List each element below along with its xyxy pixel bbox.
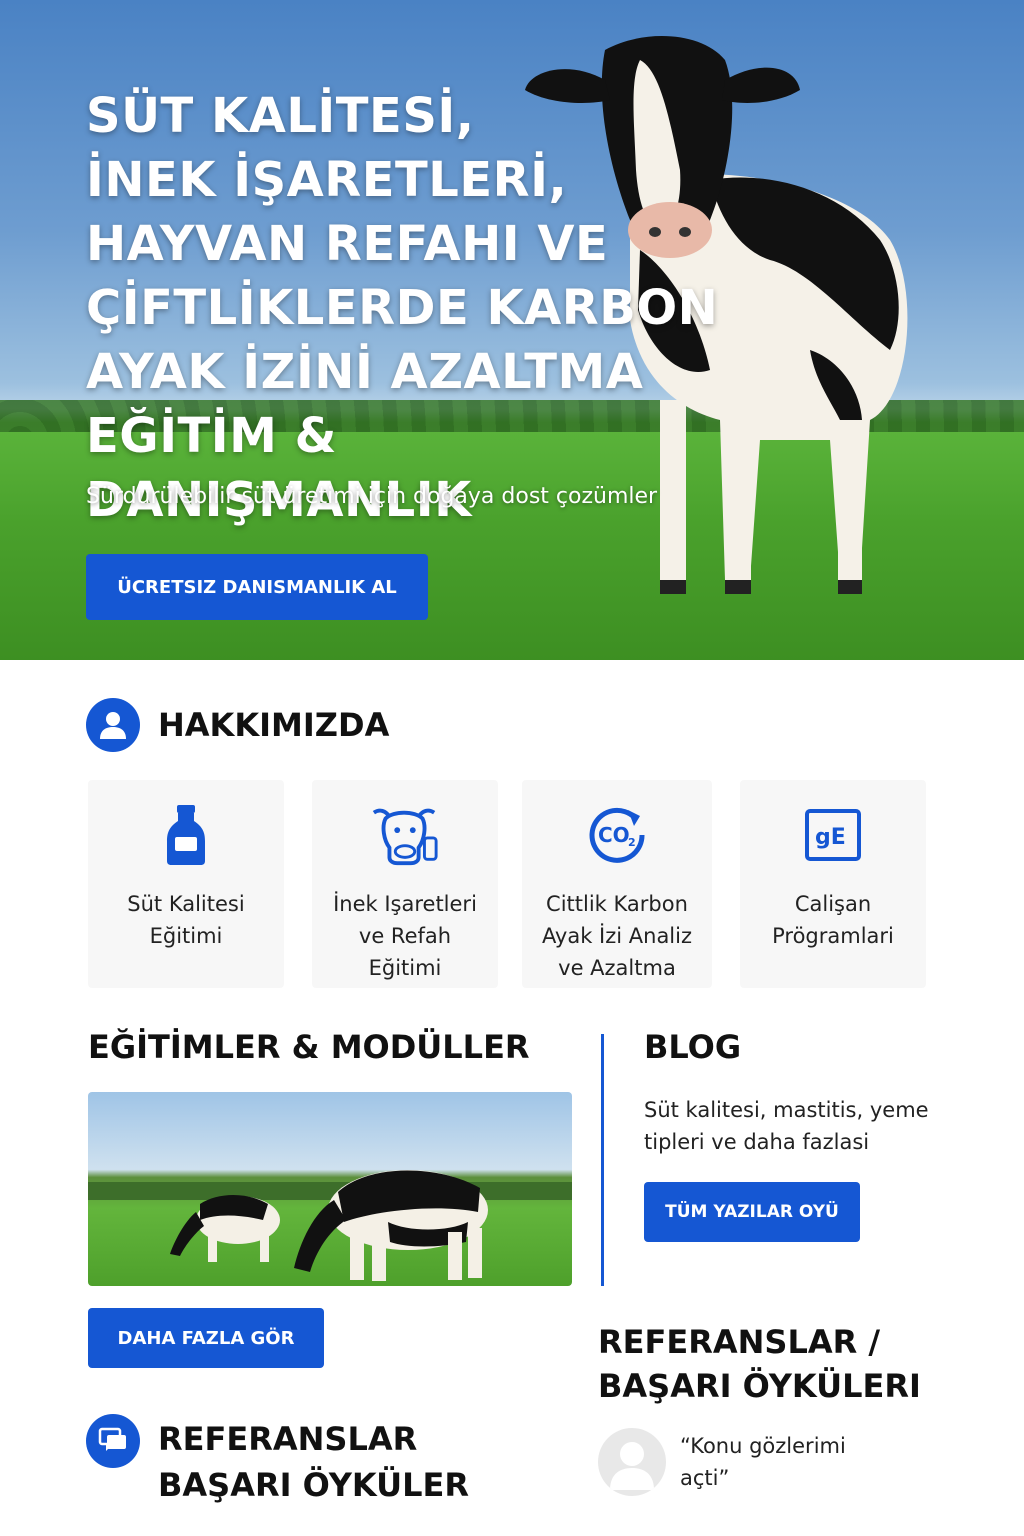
service-card-label: Calişan Prögramlari — [772, 892, 894, 948]
id-card-icon: gE — [798, 800, 868, 870]
hero-title: SÜT KALİTESİ, İNEK İŞARETLERİ, HAYVAN RE… — [86, 88, 719, 528]
service-card-milk-quality[interactable]: Süt Kalitesi Eğitimi — [88, 780, 284, 988]
svg-text:CO: CO — [598, 823, 630, 847]
all-posts-button[interactable]: TÜM YAZILAR OYÜ — [644, 1182, 860, 1242]
hero-banner: SÜT KALİTESİ, İNEK İŞARETLERİ, HAYVAN RE… — [0, 0, 1024, 660]
svg-text:gE: gE — [815, 825, 846, 850]
free-consulting-button[interactable]: ÜCRETSIZ DANISMANLIK AL — [86, 554, 428, 620]
references-title: REFERANSLAR / BAŞARI ÖYKÜLERI — [598, 1323, 921, 1405]
grazing-cows-image — [88, 1092, 572, 1286]
milk-bottle-icon — [151, 800, 221, 870]
hero-subtitle: Sürdurülebilir süt üretimi için doğaya d… — [86, 484, 658, 509]
chat-icon — [86, 1414, 140, 1468]
see-more-button[interactable]: DAHA FAZLA GÖR — [88, 1308, 324, 1368]
blog-title: BLOG — [644, 1028, 742, 1066]
service-card-label: İnek Işaretleri ve Refah Eğitimi — [333, 892, 477, 980]
testimonial-quote: “Konu gözlerimi açti” — [680, 1434, 846, 1490]
service-card-employee-programs[interactable]: gE Calişan Prögramlari — [740, 780, 926, 988]
service-card-label: Cittlik Karbon Ayak İzi Analiz ve Azaltm… — [541, 892, 693, 980]
blog-description: Süt kalitesi, mastitis, yeme tipleri ve … — [644, 1098, 929, 1154]
avatar — [598, 1428, 666, 1496]
co2-icon: CO 2 — [582, 800, 652, 870]
user-icon — [86, 698, 140, 752]
service-card-cow-signals[interactable]: İnek Işaretleri ve Refah Eğitimi — [312, 780, 498, 988]
service-card-carbon-footprint[interactable]: CO 2 Cittlik Karbon Ayak İzi Analiz ve A… — [522, 780, 712, 988]
service-card-label: Süt Kalitesi Eğitimi — [127, 892, 245, 948]
success-stories-title: REFERANSLAR BAŞARI ÖYKÜLER — [158, 1420, 469, 1504]
section-divider — [601, 1034, 604, 1286]
cow-icon — [370, 800, 440, 870]
about-title: HAKKIMIZDA — [158, 706, 390, 744]
education-title: EĞİTİMLER & MODÜLLER — [88, 1028, 530, 1066]
svg-text:2: 2 — [628, 836, 636, 849]
